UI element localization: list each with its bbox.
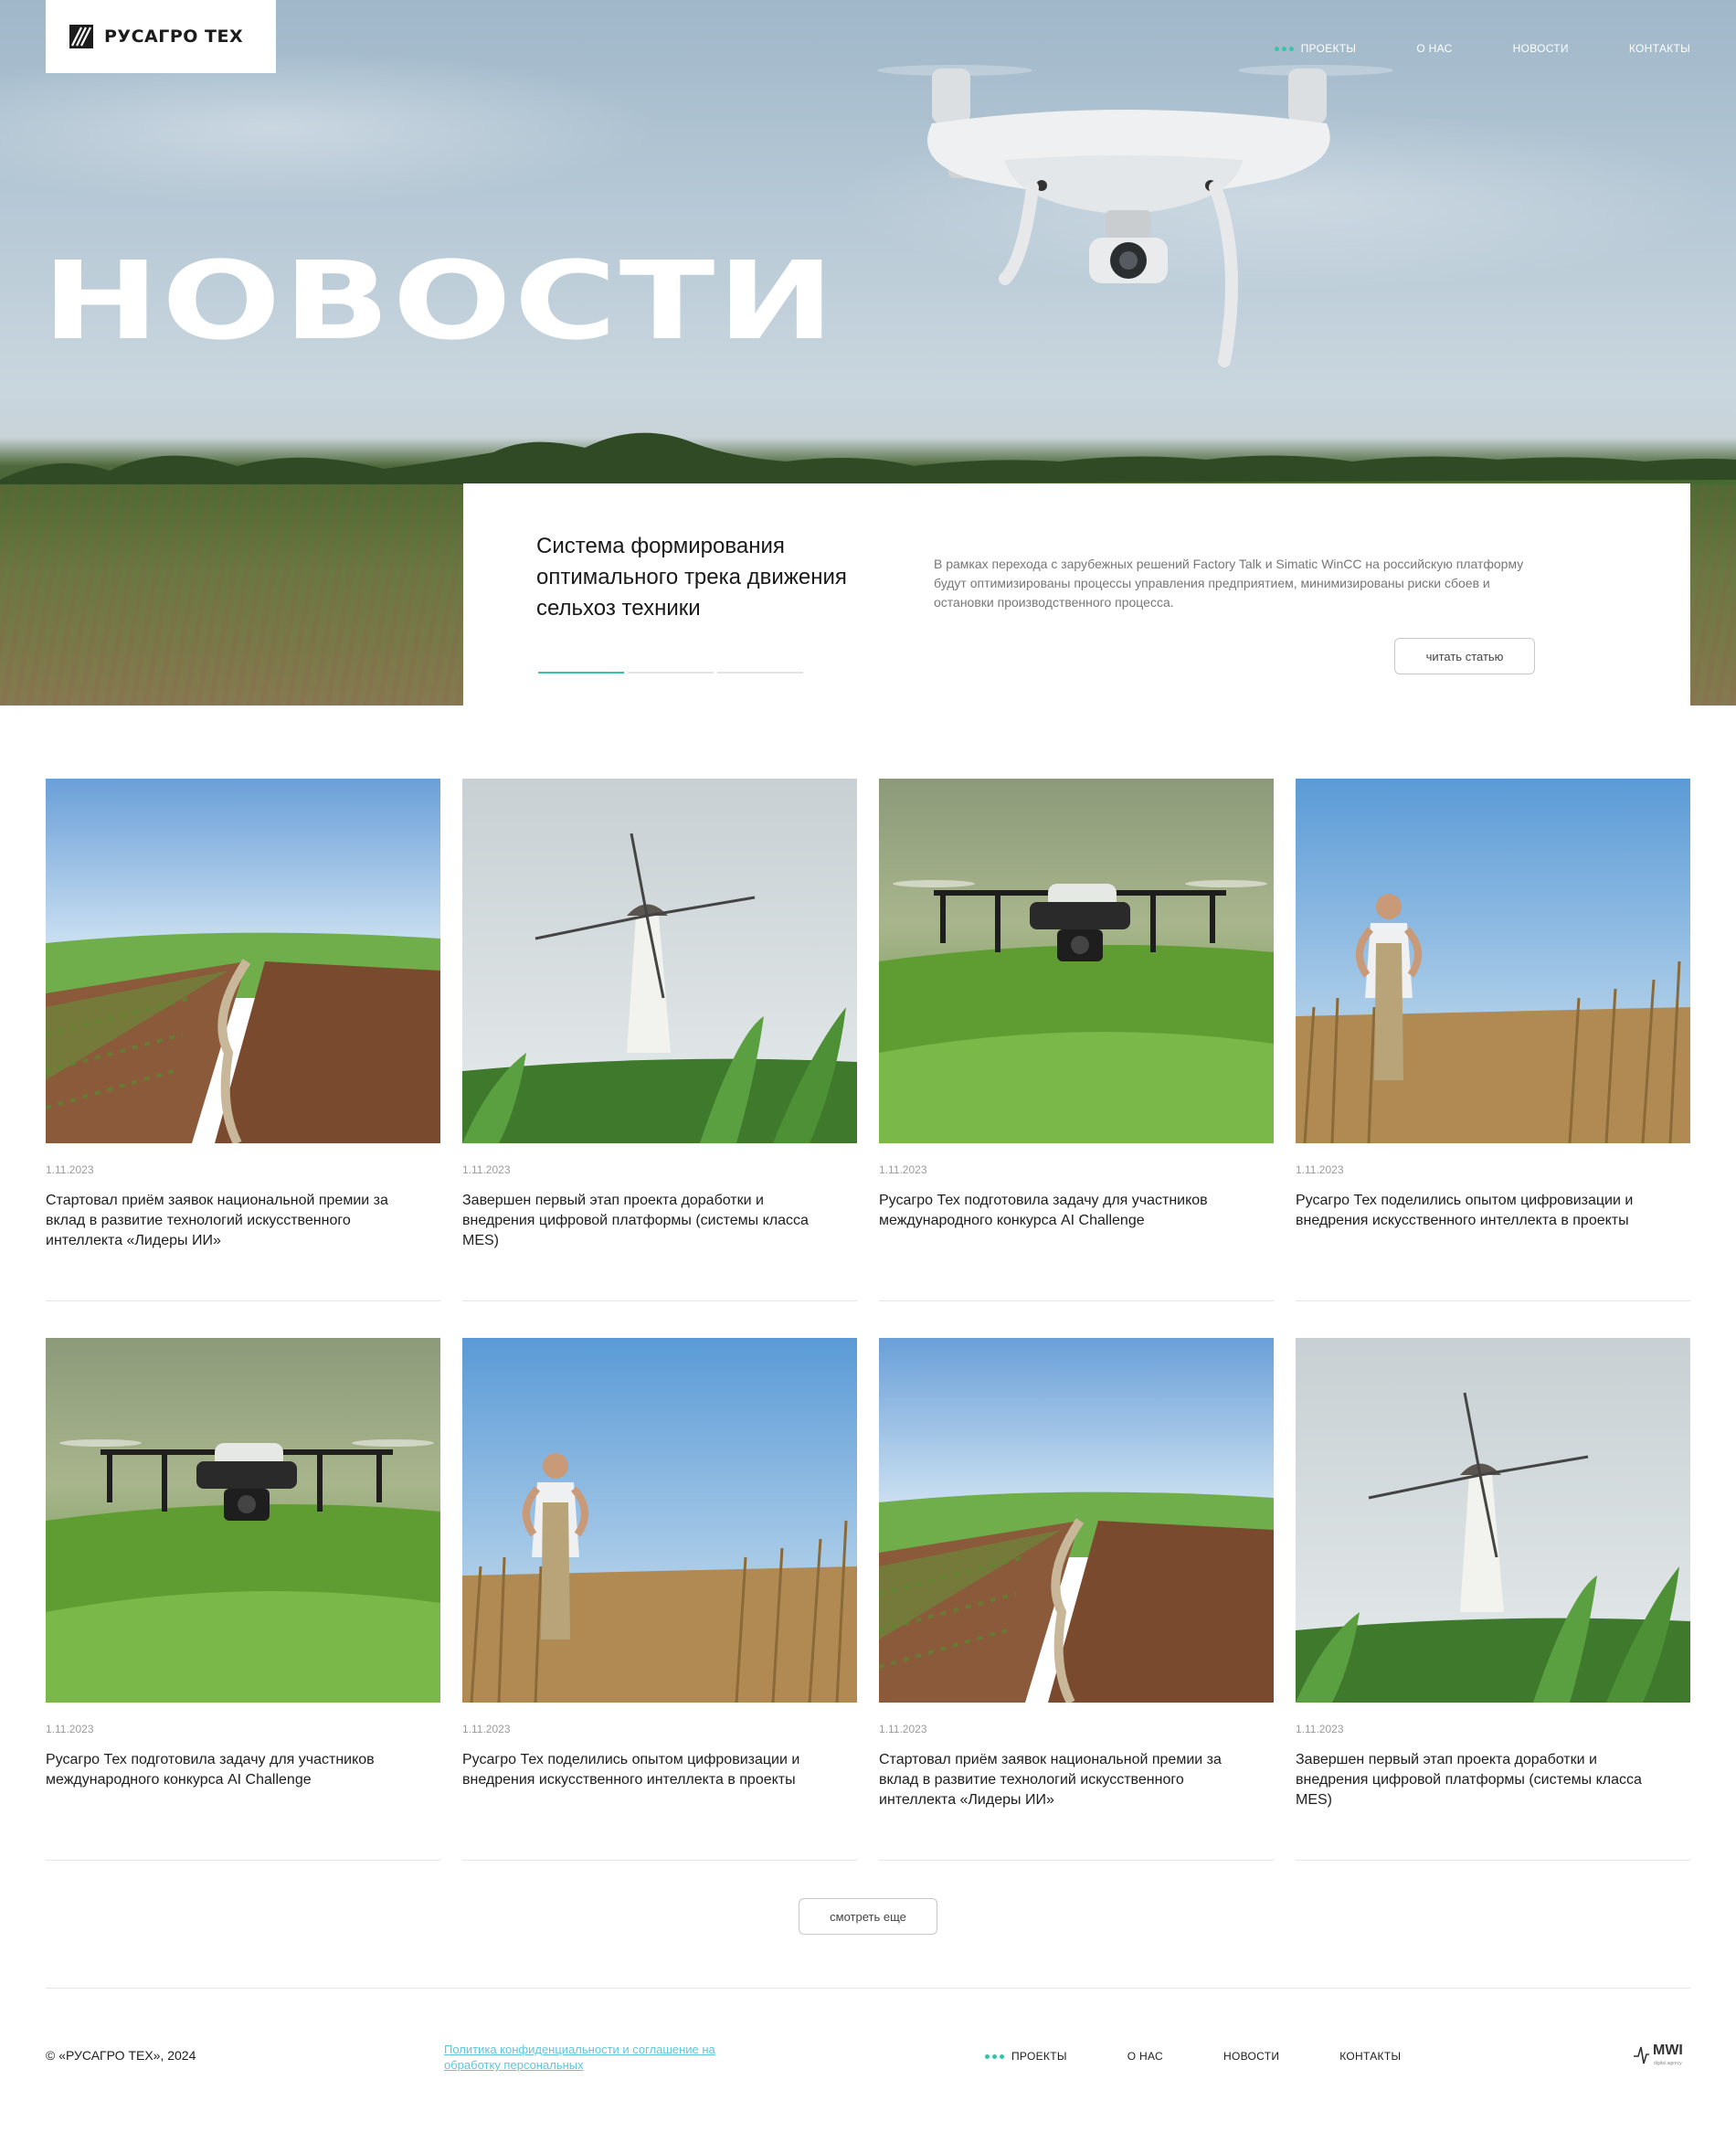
- agency-mark-icon: [1634, 2046, 1649, 2064]
- agency-sub: digital agency: [1654, 2061, 1682, 2066]
- news-image[interactable]: [879, 779, 1274, 1143]
- news-card[interactable]: 1.11.2023 Русагро Тех подготовила задачу …: [879, 779, 1274, 1301]
- featured-title: Система формирования оптимального трека …: [536, 534, 847, 621]
- nav-item-about[interactable]: О НАС: [1416, 42, 1452, 55]
- hero-section: РУСАГРО ТЕХ ПРОЕКТЫ О НАС НОВОСТИ КОНТАК…: [0, 0, 1736, 706]
- news-title[interactable]: Стартовал приём заявок национальной прем…: [879, 1750, 1244, 1810]
- news-image[interactable]: [1296, 1338, 1690, 1703]
- logo[interactable]: РУСАГРО ТЕХ: [46, 0, 276, 73]
- hero-drone-image: [877, 65, 1393, 367]
- nav-item-label: КОНТАКТЫ: [1339, 2050, 1402, 2063]
- news-card[interactable]: 1.11.2023 Завершен первый этап проекта до…: [462, 779, 857, 1301]
- read-article-button[interactable]: читать статью: [1394, 638, 1535, 674]
- news-title[interactable]: Завершен первый этап проекта доработки и…: [462, 1191, 828, 1251]
- news-image[interactable]: [462, 779, 857, 1143]
- agency-name: MWI: [1653, 2043, 1683, 2058]
- news-card[interactable]: 1.11.2023 Стартовал приём заявок национал…: [46, 779, 440, 1301]
- show-more-button[interactable]: смотреть еще: [799, 1898, 937, 1935]
- featured-news-card: Система формирования оптимального трека …: [463, 483, 1690, 706]
- news-date: 1.11.2023: [462, 1723, 511, 1735]
- nav-item-label: ПРОЕКТЫ: [1300, 42, 1357, 55]
- news-card[interactable]: 1.11.2023 Стартовал приём заявок национал…: [879, 1338, 1274, 1861]
- agency-logo[interactable]: MWI digital agency: [1632, 2043, 1690, 2069]
- news-image[interactable]: [1296, 779, 1690, 1143]
- slider-progress-segment[interactable]: [628, 672, 714, 674]
- slider-progress[interactable]: [538, 672, 803, 674]
- news-image[interactable]: [879, 1338, 1274, 1703]
- slider-progress-segment[interactable]: [538, 672, 624, 674]
- top-nav: ПРОЕКТЫ О НАС НОВОСТИ КОНТАКТЫ: [1274, 42, 1690, 55]
- footer-nav-about[interactable]: О НАС: [1127, 2050, 1163, 2063]
- news-title[interactable]: Русагро Тех поделились опытом цифровизац…: [462, 1750, 828, 1790]
- news-card[interactable]: 1.11.2023 Русагро Тех подготовила задачу …: [46, 1338, 440, 1861]
- footer-nav-news[interactable]: НОВОСТИ: [1223, 2050, 1279, 2063]
- news-date: 1.11.2023: [1296, 1723, 1344, 1735]
- news-title[interactable]: Русагро Тех подготовила задачу для участ…: [46, 1750, 411, 1790]
- footer-nav-contacts[interactable]: КОНТАКТЫ: [1339, 2050, 1401, 2063]
- news-date: 1.11.2023: [46, 1723, 94, 1735]
- nav-item-label: ПРОЕКТЫ: [1011, 2050, 1067, 2063]
- privacy-policy-link[interactable]: Политика конфиденциальности и соглашение…: [444, 2042, 746, 2073]
- news-date: 1.11.2023: [462, 1163, 511, 1176]
- logo-mark-icon: [69, 25, 93, 48]
- logo-text: РУСАГРО ТЕХ: [104, 27, 244, 47]
- news-image[interactable]: [46, 779, 440, 1143]
- news-card[interactable]: 1.11.2023 Русагро Тех поделились опытом ц…: [462, 1338, 857, 1861]
- active-dots-icon: [985, 2053, 1004, 2059]
- news-title[interactable]: Русагро Тех поделились опытом цифровизац…: [1296, 1191, 1661, 1231]
- nav-item-label: НОВОСТИ: [1512, 42, 1569, 55]
- news-image[interactable]: [46, 1338, 440, 1703]
- news-title[interactable]: Русагро Тех подготовила задачу для участ…: [879, 1191, 1244, 1231]
- nav-item-label: НОВОСТИ: [1223, 2050, 1280, 2063]
- news-image[interactable]: [462, 1338, 857, 1703]
- footer-copyright: © «РУСАГРО ТЕХ», 2024: [46, 2048, 196, 2063]
- page-title: НОВОСТИ: [42, 238, 837, 364]
- nav-item-news[interactable]: НОВОСТИ: [1513, 42, 1569, 55]
- footer-nav: ПРОЕКТЫ О НАС НОВОСТИ КОНТАКТЫ: [985, 2050, 1401, 2063]
- news-card[interactable]: 1.11.2023 Русагро Тех поделились опытом ц…: [1296, 779, 1690, 1301]
- slider-progress-segment[interactable]: [717, 672, 803, 674]
- nav-item-projects[interactable]: ПРОЕКТЫ: [1274, 42, 1357, 55]
- active-dots-icon: [1274, 46, 1294, 51]
- nav-item-label: О НАС: [1416, 42, 1453, 55]
- news-title[interactable]: Завершен первый этап проекта доработки и…: [1296, 1750, 1661, 1810]
- news-grid: 1.11.2023 Стартовал приём заявок национал…: [46, 779, 1690, 1861]
- footer-divider: [46, 1988, 1690, 1989]
- news-date: 1.11.2023: [879, 1163, 927, 1176]
- footer-nav-projects[interactable]: ПРОЕКТЫ: [985, 2050, 1067, 2063]
- news-title[interactable]: Стартовал приём заявок национальной прем…: [46, 1191, 411, 1251]
- nav-item-contacts[interactable]: КОНТАКТЫ: [1629, 42, 1690, 55]
- nav-item-label: О НАС: [1127, 2050, 1163, 2063]
- news-date: 1.11.2023: [46, 1163, 94, 1176]
- news-date: 1.11.2023: [879, 1723, 927, 1735]
- news-date: 1.11.2023: [1296, 1163, 1344, 1176]
- featured-description: В рамках перехода с зарубежных решений F…: [934, 557, 1524, 610]
- nav-item-label: КОНТАКТЫ: [1628, 42, 1690, 55]
- news-card[interactable]: 1.11.2023 Завершен первый этап проекта до…: [1296, 1338, 1690, 1861]
